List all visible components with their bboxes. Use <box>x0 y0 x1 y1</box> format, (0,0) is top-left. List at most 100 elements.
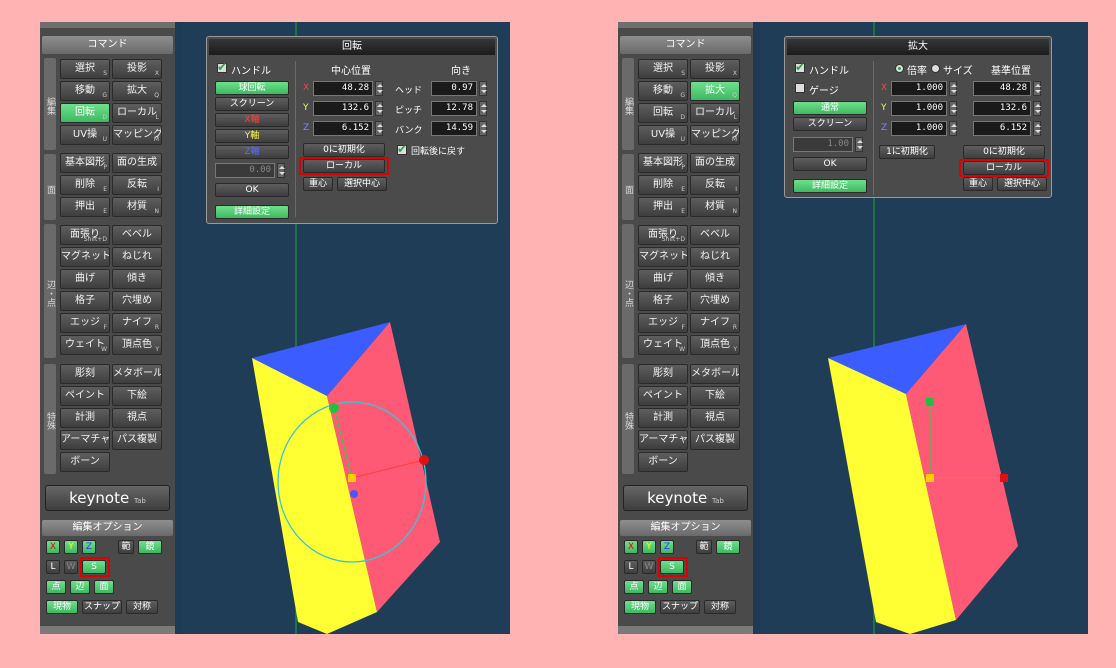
face-fill-button[interactable]: 面張り Shift+D <box>638 225 688 245</box>
primitive-button[interactable]: 基本図形 P <box>638 153 688 173</box>
rotate-z-handle[interactable] <box>350 490 358 498</box>
fill-hole-button[interactable]: 穴埋め <box>112 291 162 311</box>
uv-button[interactable]: UV操 U <box>60 125 110 145</box>
rotate-value-field[interactable]: 0.00 <box>215 163 275 178</box>
delete-button[interactable]: 削除 E <box>638 175 688 195</box>
weight-button[interactable]: ウェイト W <box>60 335 110 355</box>
underlay-button[interactable]: 下絵 <box>112 386 162 406</box>
sculpt-button[interactable]: 彫刻 <box>60 364 110 384</box>
gravity-button[interactable]: 重心 <box>963 177 993 191</box>
z-toggle[interactable]: Z <box>660 540 674 554</box>
scale-y-handle[interactable] <box>926 398 934 406</box>
move-button[interactable]: 移動 G <box>638 81 688 101</box>
rotate-button[interactable]: 回転 D <box>60 103 110 123</box>
project-button[interactable]: 投影 X <box>690 59 740 79</box>
material-button[interactable]: 材質 N <box>112 197 162 217</box>
edge-mode-button[interactable]: 辺 <box>648 580 668 594</box>
l-toggle[interactable]: L <box>46 560 60 574</box>
reset-one-button[interactable]: 1に初期化 <box>879 145 935 159</box>
z-toggle[interactable]: Z <box>82 540 96 554</box>
center-handle[interactable] <box>926 474 934 482</box>
sphere-rotate-button[interactable]: 球回転 <box>215 81 289 95</box>
handle-checkbox[interactable] <box>795 60 805 74</box>
edge-button[interactable]: エッジ F <box>60 313 110 333</box>
measure-button[interactable]: 計測 <box>638 408 688 428</box>
face-gen-button[interactable]: 面の生成 <box>112 153 162 173</box>
screen-button[interactable]: スクリーン <box>793 117 867 131</box>
scale-x-handle[interactable] <box>1000 474 1008 482</box>
bend-button[interactable]: 曲げ <box>60 269 110 289</box>
base-z-field[interactable]: 6.152 <box>973 121 1031 136</box>
mapping-button[interactable]: マッピング M <box>112 125 162 145</box>
face-mode-button[interactable]: 面 <box>672 580 692 594</box>
normal-button[interactable]: 通常 <box>793 101 867 115</box>
reset-zero-button[interactable]: 0に初期化 <box>303 143 385 157</box>
pitch-field[interactable]: 12.78 <box>431 101 477 116</box>
select-button[interactable]: 選択 S <box>638 59 688 79</box>
material-button[interactable]: 材質 N <box>690 197 740 217</box>
head-spinner[interactable] <box>479 81 487 96</box>
bevel-button[interactable]: ベベル <box>690 225 740 245</box>
bevel-button[interactable]: ベベル <box>112 225 162 245</box>
symmetry-button[interactable]: 対称 <box>704 600 736 614</box>
metaball-button[interactable]: メタボール <box>112 364 162 384</box>
path-copy-button[interactable]: パス複製 <box>112 430 162 450</box>
extrude-button[interactable]: 押出 E <box>638 197 688 217</box>
y-axis-button[interactable]: Y軸 <box>215 129 289 143</box>
bend-button[interactable]: 曲げ <box>638 269 688 289</box>
move-button[interactable]: 移動 G <box>60 81 110 101</box>
vertex-color-button[interactable]: 頂点色 Y <box>690 335 740 355</box>
scale-z-field[interactable]: 1.000 <box>891 121 947 136</box>
point-mode-button[interactable]: 点 <box>46 580 66 594</box>
paint-button[interactable]: ペイント <box>60 386 110 406</box>
symmetry-button[interactable]: 対称 <box>126 600 158 614</box>
bone-button[interactable]: ボーン <box>60 452 110 472</box>
screen-button[interactable]: スクリーン <box>215 97 289 111</box>
center-y-field[interactable]: 132.6 <box>313 101 373 116</box>
rotate-value-spinner[interactable] <box>277 163 285 178</box>
gravity-button[interactable]: 重心 <box>303 177 333 191</box>
scale-y-field[interactable]: 1.000 <box>891 101 947 116</box>
snap-button[interactable]: スナップ <box>82 600 122 614</box>
restore-checkbox[interactable] <box>397 142 407 156</box>
local-button[interactable]: ローカル L <box>690 103 740 123</box>
scale-y-spinner[interactable] <box>949 101 957 116</box>
point-mode-button[interactable]: 点 <box>624 580 644 594</box>
x-toggle[interactable]: X <box>624 540 638 554</box>
scale-x-spinner[interactable] <box>949 81 957 96</box>
scale-button[interactable]: 拡大 Q <box>112 81 162 101</box>
w-toggle[interactable]: W <box>64 560 78 574</box>
bank-field[interactable]: 14.59 <box>431 121 477 136</box>
rotate-x-handle[interactable] <box>419 455 429 465</box>
bone-button[interactable]: ボーン <box>638 452 688 472</box>
ratio-radio[interactable] <box>895 64 904 73</box>
viewpoint-button[interactable]: 視点 <box>112 408 162 428</box>
pitch-spinner[interactable] <box>479 101 487 116</box>
base-x-spinner[interactable] <box>1033 81 1041 96</box>
magnet-button[interactable]: マグネット <box>60 247 110 267</box>
head-field[interactable]: 0.97 <box>431 81 477 96</box>
magnet-button[interactable]: マグネット <box>638 247 688 267</box>
tilt-button[interactable]: 傾き <box>112 269 162 289</box>
detail-settings-button[interactable]: 詳細設定 <box>793 179 867 193</box>
knife-button[interactable]: ナイフ R <box>112 313 162 333</box>
rotate-button[interactable]: 回転 D <box>638 103 688 123</box>
uv-button[interactable]: UV操 U <box>638 125 688 145</box>
handle-checkbox[interactable] <box>217 60 227 74</box>
scale-x-field[interactable]: 1.000 <box>891 81 947 96</box>
mirror-toggle[interactable]: 鏡 <box>716 540 740 554</box>
base-x-field[interactable]: 48.28 <box>973 81 1031 96</box>
range-toggle[interactable]: 範 <box>118 540 134 554</box>
select-button[interactable]: 選択 S <box>60 59 110 79</box>
center-z-spinner[interactable] <box>375 121 383 136</box>
y-toggle[interactable]: Y <box>642 540 656 554</box>
twist-button[interactable]: ねじれ <box>112 247 162 267</box>
y-toggle[interactable]: Y <box>64 540 78 554</box>
center-x-field[interactable]: 48.28 <box>313 81 373 96</box>
center-handle[interactable] <box>348 474 356 482</box>
scale-value-field[interactable]: 1.00 <box>793 137 853 152</box>
flip-button[interactable]: 反転 I <box>690 175 740 195</box>
ok-button[interactable]: OK <box>215 183 289 197</box>
sculpt-button[interactable]: 彫刻 <box>638 364 688 384</box>
knife-button[interactable]: ナイフ R <box>690 313 740 333</box>
